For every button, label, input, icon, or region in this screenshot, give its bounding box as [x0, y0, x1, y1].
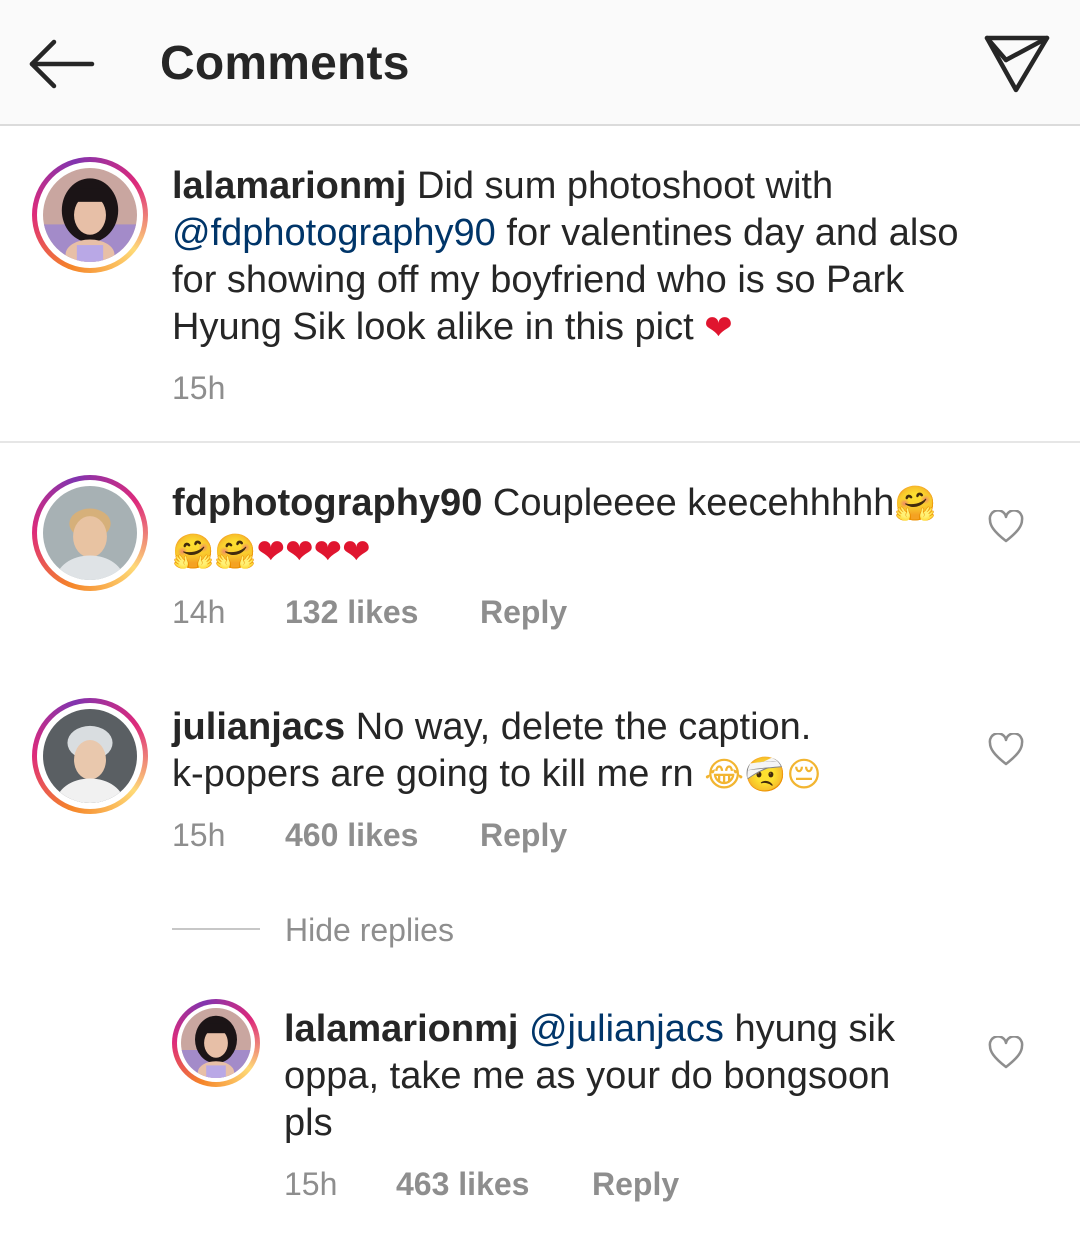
comment-body-1: No way, delete the caption.	[355, 706, 812, 748]
avatar[interactable]	[32, 475, 148, 591]
comment-text: fdphotography90 Coupleeee keecehhhhh🤗 🤗🤗…	[172, 480, 962, 576]
likes-count[interactable]: 460 likes	[285, 817, 418, 854]
hugging-face-emoji-icon: 🤗	[894, 484, 937, 524]
comment-timestamp: 14h	[172, 594, 226, 630]
reply-text: lalamarionmj @julianjacs hyung sik oppa,…	[284, 1006, 944, 1147]
heart-like-icon[interactable]	[988, 509, 1024, 544]
reply-timestamp: 15h	[284, 1166, 338, 1202]
caption-divider	[0, 441, 1080, 443]
caption-body-1: Did sum photoshoot with	[416, 165, 834, 207]
reply-button[interactable]: Reply	[480, 594, 567, 631]
reply-username[interactable]: lalamarionmj	[284, 1008, 518, 1050]
caption-mention[interactable]: @fdphotography90	[172, 212, 496, 254]
hugging-face-emoji-icon: 🤗🤗	[172, 532, 257, 572]
caption-text: lalamarionmj Did sum photoshoot with @fd…	[172, 163, 972, 352]
hide-replies-divider	[172, 928, 260, 930]
likes-count[interactable]: 132 likes	[285, 594, 418, 631]
comment-timestamp: 15h	[172, 817, 226, 853]
paper-plane-icon[interactable]	[982, 30, 1052, 94]
heart-like-icon[interactable]	[988, 1035, 1024, 1070]
heart-emoji-icon: ❤	[704, 308, 733, 348]
reply-mention[interactable]: @julianjacs	[529, 1008, 724, 1050]
hide-replies-button[interactable]: Hide replies	[285, 912, 454, 949]
reply-button[interactable]: Reply	[480, 817, 567, 854]
comment-username[interactable]: julianjacs	[172, 706, 345, 748]
top-bar: Comments	[0, 0, 1080, 126]
comment-body: Coupleeee keecehhhhh	[492, 482, 895, 524]
caption-username[interactable]: lalamarionmj	[172, 165, 406, 207]
comment-username[interactable]: fdphotography90	[172, 482, 482, 524]
face-emoji-icon: 😂🤕😔	[704, 755, 822, 795]
likes-count[interactable]: 463 likes	[396, 1166, 529, 1203]
reply-button[interactable]: Reply	[592, 1166, 679, 1203]
heart-emoji-icon: ❤❤❤❤	[256, 532, 371, 572]
avatar[interactable]	[172, 999, 260, 1087]
avatar[interactable]	[32, 157, 148, 273]
page-title: Comments	[160, 37, 410, 90]
caption-timestamp: 15h	[172, 370, 226, 406]
avatar[interactable]	[32, 698, 148, 814]
comment-text: julianjacs No way, delete the caption. k…	[172, 704, 962, 799]
comment-body-2: k-popers are going to kill me rn	[172, 753, 694, 795]
back-arrow-icon[interactable]	[26, 34, 98, 94]
heart-like-icon[interactable]	[988, 732, 1024, 767]
